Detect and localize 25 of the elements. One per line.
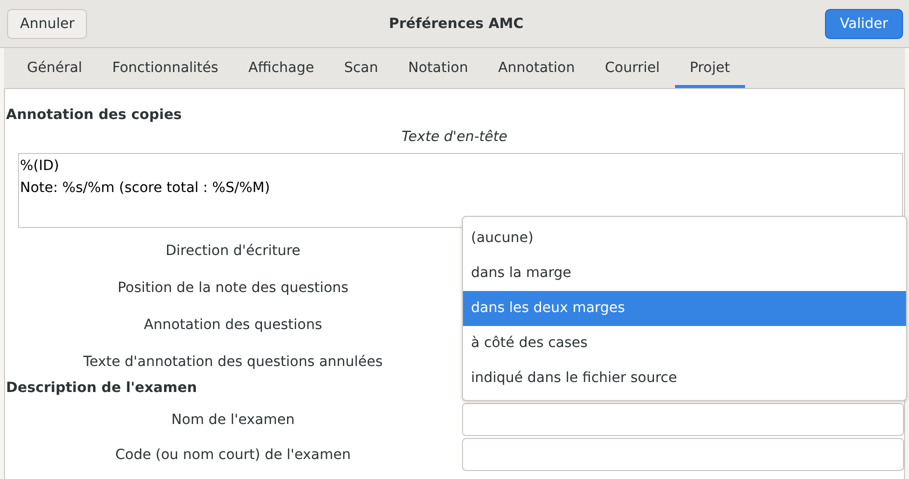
- field-label: Direction d'écriture: [164, 242, 302, 258]
- menu-item[interactable]: dans la marge: [463, 256, 906, 291]
- tab[interactable]: Annotation: [483, 48, 590, 88]
- tab[interactable]: Notation: [393, 48, 484, 88]
- input-field[interactable]: [462, 438, 904, 471]
- field-caption: Texte d'en-tête: [400, 129, 508, 147]
- confirm-button[interactable]: Valider: [824, 8, 903, 38]
- input-field[interactable]: [462, 403, 904, 436]
- menu-item[interactable]: dans les deux marges: [463, 291, 906, 326]
- field-label: Position de la note des questions: [116, 280, 350, 296]
- tab[interactable]: Affichage: [233, 48, 330, 88]
- field-label: Code (ou nom court) de l'examen: [114, 446, 352, 462]
- tab[interactable]: Général: [12, 48, 98, 88]
- section-title: Annotation des copies: [5, 107, 183, 125]
- tab[interactable]: Fonctionnalités: [97, 48, 234, 88]
- field-label: Texte d'annotation des questions annulées: [82, 354, 384, 370]
- field-label: Nom de l'examen: [170, 412, 296, 428]
- field-label: Annotation des questions: [142, 316, 324, 332]
- tab[interactable]: Scan: [329, 48, 394, 88]
- window-title: Préférences AMC: [388, 16, 524, 32]
- menu-item[interactable]: indiqué dans le fichier source: [463, 361, 906, 396]
- menu-item[interactable]: à côté des cases: [463, 326, 906, 361]
- cancel-button[interactable]: Annuler: [7, 8, 88, 38]
- tab[interactable]: Courriel: [590, 48, 675, 88]
- section-title: Description de l'examen: [5, 380, 198, 398]
